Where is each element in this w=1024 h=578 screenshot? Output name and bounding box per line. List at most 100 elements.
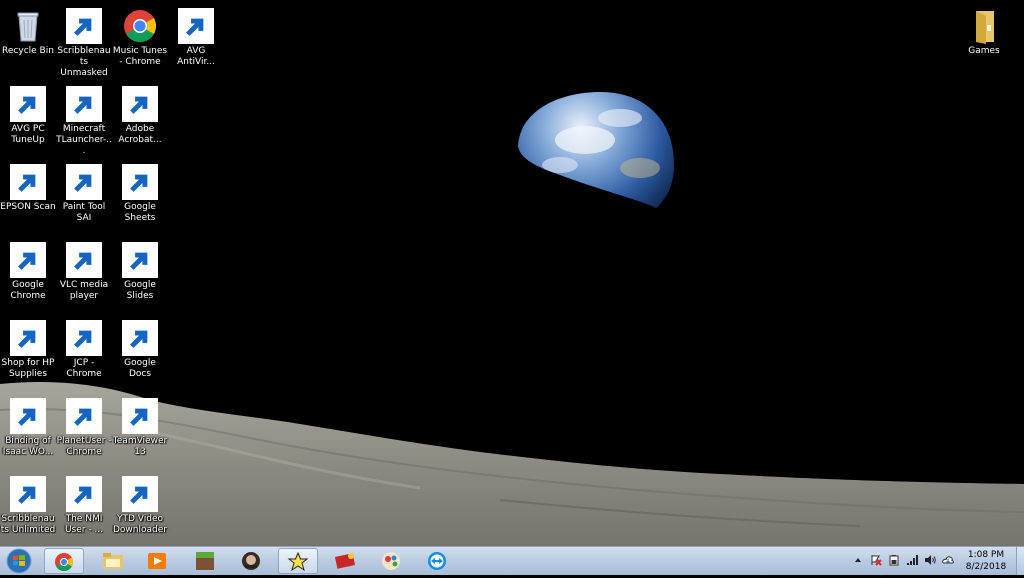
scribblenauts-unlimited-icon — [10, 476, 46, 512]
shortcut-arrow-icon — [122, 320, 158, 356]
avg-pc-tuneup-icon — [10, 86, 46, 122]
windows-start-orb-icon — [6, 548, 32, 574]
teamviewer-icon — [122, 398, 158, 434]
shortcut-arrow-icon — [122, 86, 158, 122]
shortcut-arrow-icon — [10, 320, 46, 356]
paint-tool-sai-icon — [66, 164, 102, 200]
tray-battery[interactable] — [888, 554, 900, 566]
desktop-icon-scribblenauts-unlimited[interactable]: Scribblenauts Unlimited — [0, 472, 56, 544]
system-clock[interactable]: 1:08 PM 8/2/2018 — [958, 549, 1014, 573]
avg-antivirus-icon — [178, 8, 214, 44]
desktop-icon-label: Scribblenauts Unlimited — [0, 514, 56, 535]
taskbar-teamviewer[interactable] — [418, 548, 458, 574]
shortcut-arrow-icon — [10, 242, 46, 278]
show-hidden-icons-chevron — [855, 558, 861, 562]
desktop-icon-google-docs[interactable]: Google Docs — [112, 316, 168, 388]
desktop-icon-nmi-user-chrome[interactable]: The NMI User - ... — [56, 472, 112, 544]
desktop-icon-binding-of-isaac[interactable]: Binding of Isaac WO... — [0, 394, 56, 466]
shortcut-arrow-icon — [66, 164, 102, 200]
desktop-icon-shop-hp-supplies[interactable]: Shop for HP Supplies — [0, 316, 56, 388]
desktop-icon-label: Minecraft TLauncher-... — [56, 124, 112, 156]
desktop-icon-label: Games — [968, 46, 1000, 56]
epson-scan-icon — [10, 164, 46, 200]
desktop-icon-label: Binding of Isaac WO... — [2, 436, 54, 457]
shortcut-arrow-icon — [66, 320, 102, 356]
network-signal-icon — [907, 555, 918, 565]
show-desktop-button[interactable] — [1016, 547, 1024, 575]
desktop-icon-recycle-bin[interactable]: Recycle Bin — [0, 4, 56, 76]
tray-action-center[interactable] — [870, 554, 882, 566]
desktop-icon-google-sheets[interactable]: Google Sheets — [112, 160, 168, 232]
shortcut-arrow-icon — [10, 164, 46, 200]
shortcut-arrow-icon — [122, 242, 158, 278]
desktop-icon-minecraft[interactable]: Minecraft TLauncher-... — [56, 82, 112, 156]
taskbar-scribblenauts-unmasked[interactable] — [326, 548, 366, 574]
desktop[interactable]: Recycle Bin AVG PC TuneUp EPSON Scan Goo… — [0, 0, 1024, 546]
ytd-downloader-icon — [122, 476, 158, 512]
tray-network[interactable] — [906, 554, 918, 566]
shortcut-arrow-icon — [66, 86, 102, 122]
recycle-bin-icon — [10, 8, 46, 44]
binding-of-isaac-icon — [10, 398, 46, 434]
clock-time: 1:08 PM — [967, 550, 1005, 560]
desktop-icon-paint-tool-sai[interactable]: Paint Tool SAI — [56, 160, 112, 232]
taskbar-minecraft[interactable] — [186, 548, 226, 574]
scribblenauts-unmasked-icon — [66, 8, 102, 44]
paint-tool-sai-icon — [382, 552, 400, 570]
teamviewer-icon — [428, 552, 446, 570]
desktop-icon-vlc[interactable]: VLC media player — [56, 238, 112, 310]
taskbar-file-explorer[interactable] — [94, 548, 134, 574]
desktop-icon-google-slides[interactable]: Google Slides — [112, 238, 168, 310]
chrome-icon — [10, 242, 46, 278]
scribblenauts-unmasked-icon — [334, 553, 356, 569]
taskbar-paint-tool-sai[interactable] — [372, 548, 412, 574]
desktop-icon-label: Music Tunes - Chrome — [112, 46, 168, 67]
adobe-acrobat-icon — [122, 86, 158, 122]
desktop-icon-label: AVG PC TuneUp — [11, 124, 45, 145]
shortcut-arrow-icon — [122, 164, 158, 200]
shortcut-arrow-icon — [10, 398, 46, 434]
desktop-icon-music-tunes-chrome[interactable]: Music Tunes - Chrome — [112, 4, 168, 76]
battery-icon — [889, 555, 899, 566]
action-center-flag-icon — [871, 555, 882, 566]
start-button[interactable] — [4, 548, 38, 574]
desktop-icon-label: Shop for HP Supplies — [1, 358, 55, 379]
show-hidden-icons-button[interactable] — [852, 554, 864, 566]
taskbar-chrome[interactable] — [44, 548, 84, 574]
desktop-icon-avg-pc-tuneup[interactable]: AVG PC TuneUp — [0, 82, 56, 154]
desktop-icon-label: JCP - Chrome — [66, 358, 102, 379]
folder-icon — [966, 8, 1002, 44]
minecraft-icon — [66, 86, 102, 122]
desktop-icon-epson-scan[interactable]: EPSON Scan — [0, 160, 56, 232]
shortcut-arrow-icon — [10, 86, 46, 122]
desktop-icon-label: The NMI User - ... — [64, 514, 104, 535]
desktop-icon-google-chrome[interactable]: Google Chrome — [0, 238, 56, 310]
tray-volume[interactable] — [924, 554, 936, 566]
desktop-icon-label: Google Slides — [124, 280, 156, 301]
desktop-icon-label: EPSON Scan — [0, 202, 56, 212]
minecraft-icon — [196, 552, 214, 570]
file-explorer-icon — [103, 553, 123, 569]
chrome-icon — [66, 320, 102, 356]
desktop-icon-avg-antivirus[interactable]: AVG AntiVir... — [168, 4, 224, 76]
desktop-icon-teamviewer[interactable]: TeamViewer 13 — [112, 394, 168, 466]
desktop-icon-ytd-downloader[interactable]: YTD Video Downloader — [112, 472, 168, 544]
desktop-icon-label: Google Docs — [124, 358, 156, 379]
desktop-icon-label: Google Chrome — [10, 280, 46, 301]
chrome-icon — [66, 476, 102, 512]
taskbar-media-player[interactable] — [138, 548, 178, 574]
desktop-icon-games-folder[interactable]: Games — [956, 4, 1012, 76]
desktop-icon-label: TeamViewer 13 — [112, 436, 168, 457]
desktop-icon-label: Paint Tool SAI — [62, 202, 106, 223]
shortcut-arrow-icon — [66, 242, 102, 278]
desktop-icon-planetuser-chrome[interactable]: PlanetUser - Chrome — [56, 394, 112, 466]
google-docs-icon — [122, 320, 158, 356]
desktop-icon-jcp-chrome[interactable]: JCP - Chrome — [56, 316, 112, 388]
taskbar-binding-of-isaac[interactable] — [232, 548, 272, 574]
desktop-icon-label: PlanetUser - Chrome — [56, 436, 112, 457]
desktop-icon-adobe-acrobat[interactable]: Adobe Acrobat... — [112, 82, 168, 154]
tray-cloud[interactable] — [942, 554, 954, 566]
desktop-icon-label: Recycle Bin — [2, 46, 54, 56]
taskbar-scribblenauts-unlimited[interactable] — [278, 548, 318, 574]
desktop-icon-scribblenauts-unmasked[interactable]: Scribblenauts Unmasked — [56, 4, 112, 78]
